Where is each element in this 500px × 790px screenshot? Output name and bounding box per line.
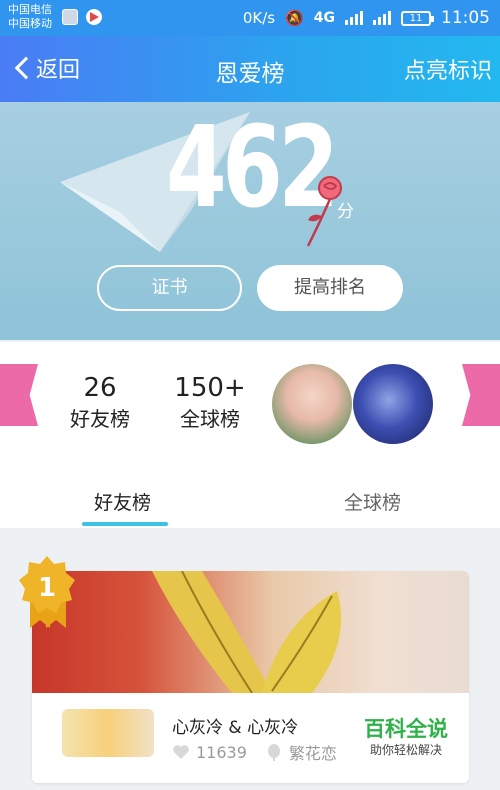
leaves-illustration: [152, 571, 342, 694]
clock: 11:05: [441, 8, 490, 28]
leaf-icon: [267, 744, 280, 761]
friends-rank-label: 好友榜: [70, 407, 130, 431]
couple-avatar-2[interactable]: [353, 364, 433, 444]
certificate-button[interactable]: 证书: [97, 265, 242, 311]
heart-icon: [173, 745, 189, 759]
status-indicators: 0K/s 🔕 4G 11 11:05: [243, 8, 490, 28]
friends-rank-value: 26: [83, 373, 117, 403]
signal-icon: [345, 11, 363, 25]
signal-2-icon: [373, 11, 391, 25]
cover-photo: [32, 571, 469, 694]
light-up-badge-button[interactable]: 点亮标识: [404, 53, 492, 85]
score-hero: 462 分 证书 提高排名: [0, 102, 500, 340]
couple-name: 心灰冷 & 心灰冷: [172, 718, 299, 738]
network-speed: 0K/s: [242, 9, 276, 27]
ranking-summary: 26 好友榜 150+ 全球榜: [0, 342, 500, 473]
likes-count: 11639: [196, 742, 247, 762]
couple-avatar-1[interactable]: [272, 364, 352, 444]
global-rank-value: 150+: [174, 373, 246, 403]
ranking-tabs: 好友榜 全球榜: [0, 470, 500, 528]
ribbon-left-decoration: [0, 364, 38, 426]
video-app-notification-icon: [86, 9, 102, 25]
friends-rank-stat[interactable]: 26 好友榜: [62, 372, 138, 434]
gallery-notification-icon: [62, 9, 78, 25]
tab-friends[interactable]: 好友榜: [94, 488, 151, 515]
carrier-labels: 中国电信 中国移动: [8, 3, 52, 31]
watermark: 百科全说 助你轻松解决: [364, 716, 448, 758]
couple-avatar: [62, 709, 154, 757]
ranking-list: 心灰冷 & 心灰冷 11639 繁花恋 1 百科全说 助你轻松解决: [0, 528, 500, 790]
rank-number: 1: [38, 573, 56, 603]
watermark-subtitle: 助你轻松解决: [369, 743, 442, 757]
network-type: 4G: [313, 10, 335, 26]
score-unit: 分: [337, 202, 354, 222]
watermark-title: 百科全说: [364, 717, 448, 741]
card-meta: 11639 繁花恋: [172, 740, 337, 764]
ribbon-right-decoration: [462, 364, 500, 426]
status-bar: 中国电信 中国移动 0K/s 🔕 4G 11 11:05: [0, 0, 500, 36]
battery-icon: 11: [401, 10, 434, 26]
mute-icon: 🔕: [285, 9, 304, 27]
tab-global[interactable]: 全球榜: [344, 488, 401, 515]
global-rank-stat[interactable]: 150+ 全球榜: [172, 372, 248, 434]
navigation-bar: 返回 恩爱榜 点亮标识: [0, 36, 500, 102]
location-label: 繁花恋: [288, 744, 337, 763]
rank-badge: 1: [19, 556, 75, 628]
improve-ranking-button[interactable]: 提高排名: [257, 265, 403, 311]
carrier-2: 中国移动: [8, 17, 52, 30]
active-tab-indicator: [82, 522, 168, 526]
global-rank-label: 全球榜: [180, 407, 240, 431]
carrier-1: 中国电信: [8, 3, 52, 16]
